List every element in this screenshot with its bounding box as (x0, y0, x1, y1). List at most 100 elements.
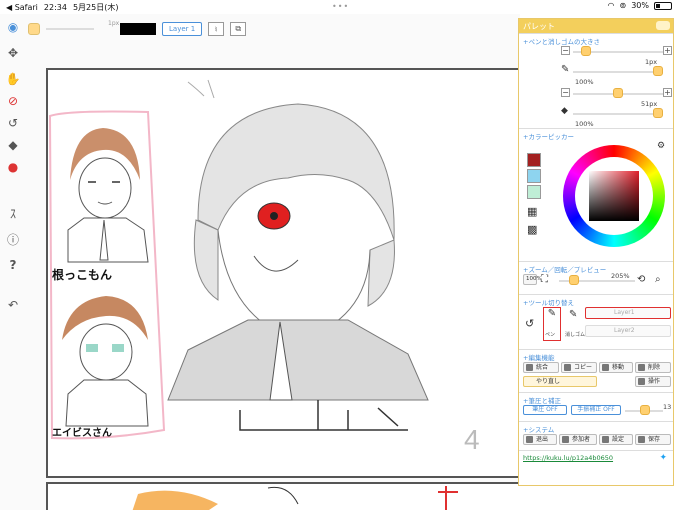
exit-label: 退出 (536, 436, 549, 443)
pen-size-minus[interactable]: − (561, 46, 570, 55)
drawing-canvas[interactable]: 根っこもん エイビスさん 4 (0, 14, 520, 510)
palette-toggle-button[interactable] (656, 21, 670, 30)
info-icon[interactable]: ⓘ (4, 230, 22, 248)
copy-label: コピー (574, 364, 593, 371)
left-toolbar: ◉ ✥ ✋ ⊘ ↺ ◆ ● ｽ ⓘ ? ↶ (0, 18, 26, 318)
pen-opacity-knob[interactable] (653, 66, 663, 76)
layer1-pill[interactable]: Layer1 (585, 307, 671, 319)
save-icon (638, 436, 645, 443)
stroke-controls: 筆圧 OFF 手振補正 OFF 13 (519, 403, 673, 421)
redo-label: やり直し (536, 378, 561, 385)
participants-label: 参加者 (572, 436, 591, 443)
pressure-toggle[interactable]: 筆圧 OFF (523, 405, 567, 415)
back-to-safari[interactable]: ◀ Safari (6, 3, 38, 12)
section-tool-switch[interactable]: +ツール切り替え (519, 294, 673, 307)
palette-title: パレット (523, 22, 555, 31)
sketch-character-2 (62, 296, 149, 427)
exit-button[interactable]: 退出 (523, 434, 557, 445)
lasso-tool-icon[interactable]: ↺ (525, 317, 534, 330)
color-chip-1[interactable] (527, 153, 541, 167)
delete-button[interactable]: 削除 (635, 362, 671, 373)
hand-icon[interactable]: ✋ (4, 70, 22, 88)
correction-toggle[interactable]: 手振補正 OFF (571, 405, 621, 415)
eraser-size-value: 51px (641, 100, 658, 108)
section-zoom[interactable]: +ズーム／回転／プレビュー (519, 261, 673, 274)
system-controls: 退出 参加者 設定 保存 (519, 432, 673, 450)
canvas-page[interactable]: 根っこもん エイビスさん (46, 68, 520, 478)
pen-opacity-track[interactable] (573, 71, 663, 73)
redo-button[interactable]: やり直し (523, 376, 597, 387)
status-time: 22:34 (43, 2, 67, 12)
section-edit[interactable]: +編集機能 (519, 349, 673, 362)
eraser-opacity-knob[interactable] (653, 108, 663, 118)
eye-hidden-icon[interactable]: ⊘ (4, 92, 22, 110)
color-chip-3[interactable] (527, 185, 541, 199)
app-logo-icon[interactable]: ◉ (4, 18, 22, 36)
multitask-dots[interactable]: ••• (332, 2, 349, 11)
drawing-artwork (48, 79, 429, 440)
settings-icon (602, 436, 609, 443)
pen-size-knob[interactable] (581, 46, 591, 56)
color-chip-2[interactable] (527, 169, 541, 183)
correction-knob[interactable] (640, 405, 651, 415)
brush-size-slider[interactable] (46, 28, 94, 30)
move-label: 移動 (612, 364, 625, 371)
saturation-value-box[interactable] (589, 171, 639, 221)
current-color-swatch[interactable] (28, 23, 40, 35)
palette-add-icon[interactable]: ▩ (527, 223, 537, 236)
section-pen-size[interactable]: +ペンと消しゴムの大きさ (519, 33, 673, 46)
pen-size-plus[interactable]: + (663, 46, 672, 55)
crop-icon[interactable]: ⧉ (230, 22, 247, 36)
save-label: 保存 (648, 436, 661, 443)
selected-color-box[interactable] (120, 23, 156, 35)
sketch-main-character (167, 79, 429, 431)
eraser-size-knob[interactable] (613, 88, 623, 98)
section-stroke[interactable]: +筆圧と補正 (519, 392, 673, 405)
fill-icon[interactable]: ◆ (4, 136, 22, 154)
move-button[interactable]: 移動 (599, 362, 633, 373)
picker-settings-icon[interactable]: ⚙ (657, 141, 665, 151)
zoom-knob[interactable] (568, 275, 579, 285)
fit-screen-icon[interactable]: ⛶ (541, 274, 548, 285)
eraser-opacity-value: 100% (575, 120, 594, 128)
eraser-tool-label: 消しゴム (565, 332, 586, 338)
twitter-icon[interactable]: ✦ (659, 453, 667, 463)
layer2-pill[interactable]: Layer2 (585, 325, 671, 337)
help-icon[interactable]: ? (4, 256, 22, 274)
lasso-icon[interactable]: ↺ (4, 114, 22, 132)
layer-select-button[interactable]: Layer 1 (162, 22, 203, 36)
merge-icon (526, 364, 533, 371)
text-icon[interactable]: ｽ (4, 204, 22, 222)
move-icon[interactable]: ✥ (4, 44, 22, 62)
zoom-reset-button[interactable]: 100% (523, 274, 542, 285)
eraser-tool-icon[interactable]: ✎ (569, 309, 577, 320)
canvas-next-page[interactable] (46, 482, 520, 510)
eraser-size-plus[interactable]: + (663, 88, 672, 97)
palette-panel: パレット +ペンと消しゴムの大きさ − + 1px ✎ 100% − + 51p… (518, 18, 674, 486)
section-color-picker[interactable]: +カラーピッカー (519, 128, 673, 141)
save-button[interactable]: 保存 (635, 434, 671, 445)
operation-button[interactable]: 操作 (635, 376, 671, 387)
eraser-size-minus[interactable]: − (561, 88, 570, 97)
edit-controls: 統合 コピー 移動 削除 やり直し 操作 (519, 360, 673, 392)
room-link[interactable]: https://kuku.lu/p12a4b0650 (523, 454, 613, 462)
copy-button[interactable]: コピー (561, 362, 597, 373)
rotate-icon[interactable]: ⟲ (637, 274, 645, 285)
merge-label: 統合 (536, 364, 549, 371)
section-system[interactable]: +システム (519, 421, 673, 434)
eraser-opacity-track[interactable] (573, 113, 663, 115)
delete-label: 削除 (648, 364, 661, 371)
battery-fill (656, 3, 661, 8)
settings-button[interactable]: 設定 (599, 434, 633, 445)
orientation-lock-icon: ⊚ (619, 1, 627, 10)
palette-grid-icon[interactable]: ▦ (527, 205, 537, 218)
magnify-icon[interactable]: ⌕ (655, 274, 661, 285)
eyedropper-icon[interactable]: ● (4, 158, 22, 176)
pen-pressure-icon[interactable]: ♮ (208, 22, 225, 36)
participants-button[interactable]: 参加者 (559, 434, 597, 445)
undo-icon[interactable]: ↶ (4, 296, 22, 314)
merge-button[interactable]: 統合 (523, 362, 559, 373)
wifi-icon: ◠ (607, 1, 615, 10)
participants-icon (562, 436, 569, 443)
share-row: https://kuku.lu/p12a4b0650 ✦ (519, 450, 673, 466)
